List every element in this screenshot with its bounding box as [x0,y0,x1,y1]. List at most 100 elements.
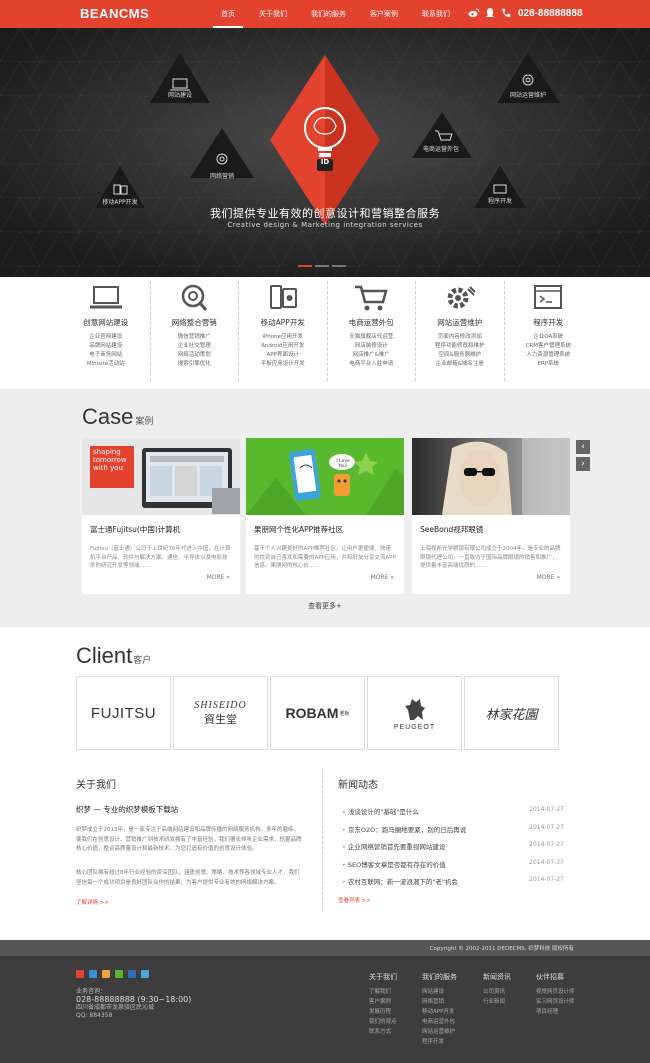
service-item[interactable]: iPhone应用开发 [239,333,327,342]
case-card-title[interactable]: 果朋网个性化APP推荐社区 [254,524,404,535]
service-item[interactable]: 平板应用设计开发 [239,360,327,369]
service-app[interactable]: 移动APP开发 iPhone应用开发 Android应用开发 APP界面设计 平… [239,281,328,381]
news-list-link[interactable]: 查看列表 >> [338,896,371,904]
footer-link[interactable]: 客户案例 [369,997,397,1007]
client-logo-peugeot[interactable]: PEUGEOT [367,676,462,750]
case-card[interactable]: SeeBond视邦眼镜 上海视邦光学眼镜有限公司成立于2004年，是专业的品牌眼… [412,438,570,594]
footer-link[interactable]: 实习网页设计师 [536,997,575,1007]
qq-icon[interactable] [484,7,496,19]
weibo-icon[interactable] [468,7,480,19]
service-development[interactable]: 程序开发 企业OA系统 CRM客户管理系统 人力资源管理系统 ERP系统 [505,281,593,381]
service-item[interactable]: 空间&服务器维护 [416,351,504,360]
nav-services[interactable]: 我们的服务 [303,0,354,28]
site-logo[interactable]: BEANCMS [80,6,149,21]
news-item[interactable]: • 浅谈设计的"基础"是什么 2014-07-27 [338,806,564,824]
footer-link[interactable]: 行业新闻 [483,997,511,1007]
service-item[interactable]: 人力资源管理系统 [505,351,593,360]
service-item[interactable]: Android应用开发 [239,342,327,351]
case-card-title[interactable]: SeeBond视邦眼镜 [420,524,570,535]
footer-link[interactable]: 联系方式 [369,1027,397,1037]
service-item[interactable]: 微信营销推广 [151,333,239,342]
case-card-more-link[interactable]: MORE » [537,574,560,581]
hero-label-website[interactable]: 网站建设 [145,90,215,99]
service-item[interactable]: ERP系统 [505,360,593,369]
renren-icon[interactable] [128,970,136,978]
footer-link[interactable]: 电商运营外包 [422,1017,457,1027]
news-title[interactable]: 企业网络营销首先要重视网站建设 [348,843,446,851]
service-item[interactable]: 页面内容修改添加 [416,333,504,342]
footer-link[interactable]: 视觉网页设计师 [536,987,575,997]
news-item[interactable]: • 农村互联网：新一波浪潮下的"老"机会 2014-07-27 [338,876,564,894]
service-item[interactable]: 程序功能修改和维护 [416,342,504,351]
news-item[interactable]: • 京东O2O：跑马圈地要紧，别的日后再说 2014-07-27 [338,824,564,842]
news-title[interactable]: 浅谈设计的"基础"是什么 [348,808,419,816]
service-item[interactable]: 企业官网建设 [62,333,150,342]
client-logo-shiseido[interactable]: SHISEIDO 資生堂 [173,676,268,750]
case-card[interactable]: shaping tomorrow with you 富士通Fujitsu(中国)… [82,438,240,594]
client-logo-robam[interactable]: ROBAM 老板 [270,676,365,750]
service-item[interactable]: 电商平台入驻申请 [328,360,416,369]
nav-cases[interactable]: 客户案例 [362,0,406,28]
weibo-share-icon[interactable] [102,970,110,978]
footer-link[interactable]: 了解我们 [369,987,397,997]
service-marketing[interactable]: 网络整合营销 微信营销推广 企业社交管理 网络活动策划 搜索引擎优化 [151,281,239,381]
footer-link[interactable]: 网站运营维护 [422,1027,457,1037]
service-item[interactable]: 天猫旗舰店代运营 [328,333,416,342]
hero-label-development[interactable]: 程序开发 [465,196,535,205]
news-item[interactable]: • 企业网络营销首先要重视网站建设 2014-07-27 [338,841,564,859]
service-item[interactable]: APP界面设计 [239,351,327,360]
service-item[interactable]: 搜索引擎优化 [151,360,239,369]
case-prev-button[interactable]: ‹ [576,440,590,454]
footer-link[interactable]: 公司资讯 [483,987,511,997]
footer-link[interactable]: 项目经理 [536,1007,575,1017]
footer-link[interactable]: 移动APP开发 [422,1007,457,1017]
tencent-weibo-icon[interactable] [141,970,149,978]
service-item[interactable]: 企业邮箱&域名注册 [416,360,504,369]
nav-contact[interactable]: 联系我们 [414,0,458,28]
footer-link[interactable]: 发展历程 [369,1007,397,1017]
footer-link[interactable]: 网络营销 [422,997,457,1007]
about-more-link[interactable]: 了解详情 >> [76,898,109,906]
case-card-title[interactable]: 富士通Fujitsu(中国)计算机 [90,524,240,535]
footer-qq: QQ: 884358 [76,1012,113,1019]
wechat-icon[interactable] [115,970,123,978]
client-logo-fujitsu[interactable]: FUJITSU [76,676,171,750]
service-item[interactable]: 企业社交管理 [151,342,239,351]
case-card[interactable]: I Love You! 果朋网个性化APP推荐社区 基于个人兴趣爱好的APP推荐… [246,438,404,594]
service-item[interactable]: 电子商务网站 [62,351,150,360]
search-target-icon [182,284,208,311]
nav-home[interactable]: 首页 [213,0,243,28]
news-title[interactable]: SEO博客文章是否都有存在的价值 [348,861,446,869]
service-ecommerce[interactable]: 电商运营外包 天猫旗舰店代运营 网店装修设计 网店推广&推广 电商平台入驻申请 [328,281,416,381]
footer-link[interactable]: 程序开发 [422,1037,457,1047]
news-item[interactable]: • SEO博客文章是否都有存在的价值 2014-07-27 [338,859,564,877]
footer-link[interactable]: 我们的观点 [369,1017,397,1027]
service-item[interactable]: CRM客户管理系统 [505,342,593,351]
service-item[interactable]: 网店装修设计 [328,342,416,351]
service-website[interactable]: 创意网站建设 企业官网建设 品牌网站建设 电子商务网站 Minisite活动站 [62,281,151,381]
hero-label-ecommerce[interactable]: 电商运营外包 [406,144,476,153]
hero-label-maintenance[interactable]: 网站运营维护 [493,90,563,99]
service-item[interactable]: 网络活动策划 [151,351,239,360]
client-logo-linjia[interactable]: 林家花園 [464,676,559,750]
footer-col-jobs: 伙伴招募 视觉网页设计师 实习网页设计师 项目经理 [536,972,575,1017]
case-see-more-link[interactable]: 查看更多+ [0,601,650,611]
service-item[interactable]: 企业OA系统 [505,333,593,342]
nav-about[interactable]: 关于我们 [251,0,295,28]
news-date: 2014-07-27 [529,876,564,883]
section-divider [322,770,323,910]
service-item[interactable]: 网店推广&推广 [328,351,416,360]
service-maintenance[interactable]: 网站运营维护 页面内容修改添加 程序功能修改和维护 空间&服务器维护 企业邮箱&… [416,281,505,381]
qq-space-icon[interactable] [89,970,97,978]
fujitsu-wordmark: FUJITSU [90,704,157,722]
case-next-button[interactable]: › [576,457,590,471]
hero-label-marketing[interactable]: 网络营销 [187,171,257,180]
service-item[interactable]: 品牌网站建设 [62,342,150,351]
service-item[interactable]: Minisite活动站 [62,360,150,369]
rss-icon[interactable] [76,970,84,978]
footer-link[interactable]: 网站建设 [422,987,457,997]
case-card-more-link[interactable]: MORE » [371,574,394,581]
news-title[interactable]: 农村互联网：新一波浪潮下的"老"机会 [348,878,458,886]
case-card-more-link[interactable]: MORE » [207,574,230,581]
news-title[interactable]: 京东O2O：跑马圈地要紧，别的日后再说 [348,826,466,834]
